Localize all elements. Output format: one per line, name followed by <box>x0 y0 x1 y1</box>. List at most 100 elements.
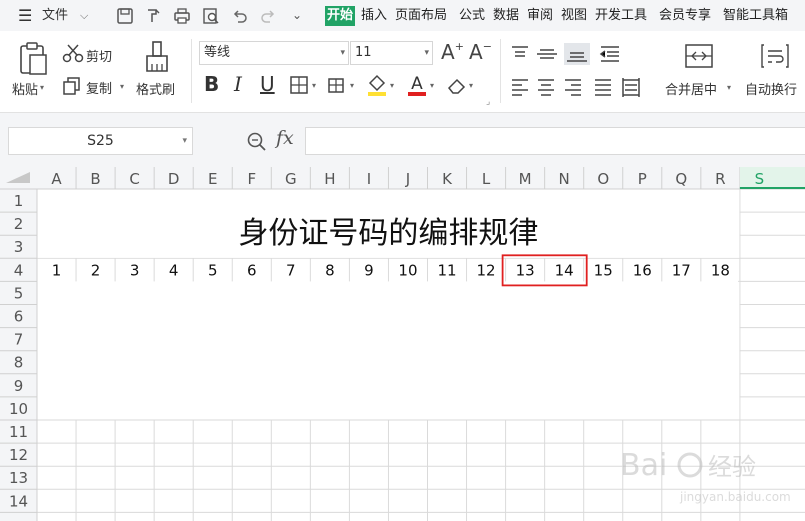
column-header-e[interactable]: E <box>208 170 217 188</box>
tab-data[interactable]: 数据 <box>492 6 520 26</box>
decrease-font-icon[interactable]: A− <box>469 40 492 64</box>
cell-value[interactable]: 5 <box>208 261 218 279</box>
merge-dropdown-icon[interactable]: ▾ <box>727 83 731 92</box>
formula-input[interactable] <box>305 127 805 155</box>
column-header-c[interactable]: C <box>129 170 139 188</box>
column-header-q[interactable]: Q <box>675 170 687 188</box>
cell-style-icon[interactable] <box>327 75 347 95</box>
clear-format-icon[interactable] <box>446 75 468 95</box>
column-header-n[interactable]: N <box>559 170 570 188</box>
copy-dropdown-icon[interactable]: ▾ <box>120 82 124 91</box>
column-header-h[interactable]: H <box>324 170 335 188</box>
tab-view[interactable]: 视图 <box>560 6 588 26</box>
wrap-text-button[interactable]: 自动换行 <box>745 79 797 98</box>
font-name-select[interactable]: 等线 ▾ <box>199 41 349 65</box>
hamburger-icon[interactable]: ☰ <box>18 0 32 31</box>
italic-icon[interactable]: I <box>234 72 242 96</box>
column-header-a[interactable]: A <box>51 170 62 188</box>
cell-value[interactable]: 8 <box>325 261 335 279</box>
name-box[interactable]: S25 ▾ <box>8 127 193 155</box>
save-icon[interactable] <box>115 6 135 26</box>
blank-range[interactable] <box>37 281 740 420</box>
more-icon[interactable]: ⌄ <box>292 0 302 31</box>
cell-value[interactable]: 4 <box>169 261 179 279</box>
column-header-f[interactable]: F <box>247 170 256 188</box>
row-header-9[interactable]: 9 <box>14 377 24 395</box>
font-dialog-launcher-icon[interactable]: ⌟ <box>486 97 490 107</box>
column-header-p[interactable]: P <box>638 170 647 188</box>
paste-button[interactable]: 粘贴 <box>12 79 38 98</box>
fill-color-dropdown-icon[interactable]: ▾ <box>390 81 394 90</box>
cell-value[interactable]: 12 <box>477 261 496 279</box>
fill-color-icon[interactable] <box>366 73 388 97</box>
wrap-text-icon[interactable] <box>760 43 790 69</box>
print-icon[interactable] <box>172 6 192 26</box>
cell-value[interactable]: 18 <box>711 261 730 279</box>
row-header-12[interactable]: 12 <box>9 446 28 464</box>
row-header-4[interactable]: 4 <box>14 261 24 279</box>
font-size-select[interactable]: 11 ▾ <box>350 41 433 65</box>
column-header-k[interactable]: K <box>442 170 453 188</box>
bold-icon[interactable]: B <box>204 72 219 96</box>
fx-icon[interactable]: fx <box>276 127 294 149</box>
tab-member[interactable]: 会员专享 <box>658 6 712 26</box>
file-menu[interactable]: 文件 <box>42 0 68 31</box>
grid-canvas[interactable]: A B C D E F G H I J K L M N O P Q R S1234567891011121314身份… <box>0 167 805 521</box>
cell-value[interactable]: 14 <box>555 261 574 279</box>
row-header-2[interactable]: 2 <box>14 215 24 233</box>
tab-home[interactable]: 开始 <box>325 6 356 26</box>
tab-page-layout[interactable]: 页面布局 <box>394 6 448 26</box>
cell-value[interactable]: 6 <box>247 261 257 279</box>
format-painter-button[interactable]: 格式刷 <box>136 79 175 98</box>
tab-developer[interactable]: 开发工具 <box>594 6 648 26</box>
cell-value[interactable]: 1 <box>52 261 62 279</box>
tab-review[interactable]: 审阅 <box>526 6 554 26</box>
underline-icon[interactable]: U <box>260 72 275 96</box>
cell-value[interactable]: 9 <box>364 261 374 279</box>
row-header-7[interactable]: 7 <box>14 331 24 349</box>
copy-icon[interactable] <box>62 76 82 96</box>
copy-button[interactable]: 复制 <box>86 78 112 97</box>
row-header-8[interactable]: 8 <box>14 354 24 372</box>
cell-style-dropdown-icon[interactable]: ▾ <box>350 81 354 90</box>
paste-dropdown-icon[interactable]: ▾ <box>40 83 44 92</box>
print-preview-icon[interactable] <box>201 6 221 26</box>
row-header-10[interactable]: 10 <box>9 400 28 418</box>
cell-value[interactable]: 3 <box>130 261 140 279</box>
border-icon[interactable] <box>289 75 309 95</box>
paste-icon[interactable] <box>16 41 50 77</box>
scissors-icon[interactable] <box>62 43 84 63</box>
brush-icon[interactable] <box>142 39 172 75</box>
column-header-b[interactable]: B <box>90 170 100 188</box>
column-header-r[interactable]: R <box>715 170 725 188</box>
row-header-3[interactable]: 3 <box>14 238 24 256</box>
tab-insert[interactable]: 插入 <box>360 6 388 26</box>
row-header-6[interactable]: 6 <box>14 308 24 326</box>
column-header-m[interactable]: M <box>519 170 532 188</box>
cell-value[interactable]: 15 <box>594 261 613 279</box>
cell-value[interactable]: 11 <box>437 261 456 279</box>
column-header-s[interactable]: S <box>755 170 765 188</box>
spreadsheet-grid[interactable]: A B C D E F G H I J K L M N O P Q R S 1 2 3 4 5 6 7 8 9 10 11 12 13 14 身份… <box>0 167 805 521</box>
format-painter-icon[interactable] <box>143 6 163 26</box>
merge-center-button[interactable]: 合并居中 <box>665 79 717 98</box>
column-header-o[interactable]: O <box>597 170 609 188</box>
undo-icon[interactable] <box>230 6 250 26</box>
cell-value[interactable]: 13 <box>516 261 535 279</box>
font-color-icon[interactable]: A <box>406 73 428 97</box>
row-header-13[interactable]: 13 <box>9 469 28 487</box>
cut-button[interactable]: 剪切 <box>86 46 112 65</box>
cell-value[interactable]: 2 <box>91 261 101 279</box>
cell-value[interactable]: 7 <box>286 261 296 279</box>
border-dropdown-icon[interactable]: ▾ <box>312 81 316 90</box>
font-color-dropdown-icon[interactable]: ▾ <box>430 81 434 90</box>
row-header-11[interactable]: 11 <box>9 423 28 441</box>
row-header-1[interactable]: 1 <box>14 192 24 210</box>
row-header-5[interactable]: 5 <box>14 284 24 302</box>
row-header-14[interactable]: 14 <box>9 492 28 510</box>
tab-smart-toolbox[interactable]: 智能工具箱 <box>722 6 789 26</box>
increase-font-icon[interactable]: A+ <box>441 40 464 64</box>
cell-value[interactable]: 10 <box>398 261 417 279</box>
merge-center-icon[interactable] <box>684 43 714 69</box>
column-header-j[interactable]: J <box>405 170 410 188</box>
